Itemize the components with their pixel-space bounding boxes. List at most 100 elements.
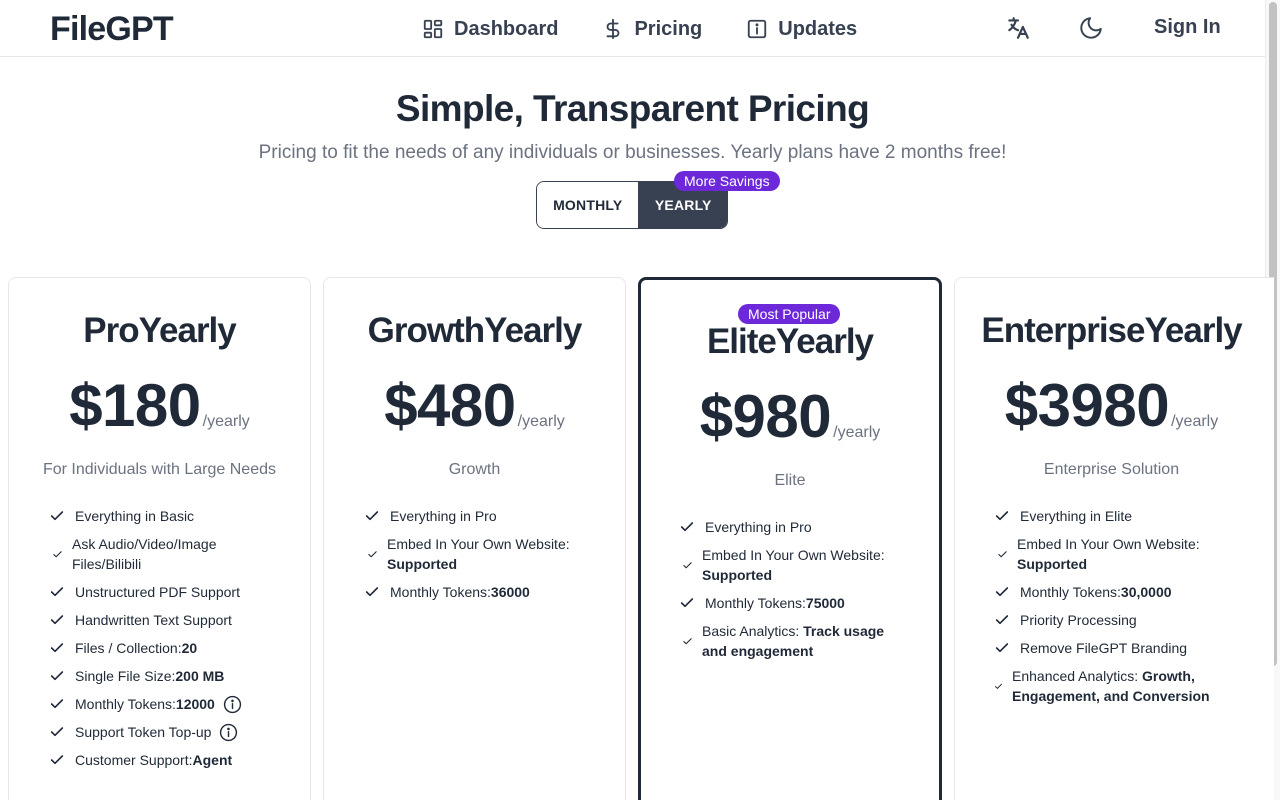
plan-price: $180: [69, 372, 201, 439]
logo[interactable]: FileGPT: [50, 10, 174, 49]
dashboard-grid-icon: [423, 19, 443, 39]
check-icon: [50, 727, 64, 737]
plan-feature-list: Everything in Basic Ask Audio/Video/Imag…: [49, 506, 289, 770]
check-icon: [50, 587, 64, 597]
feature-item: Monthly Tokens: 30,0000: [994, 582, 1234, 602]
plan-price-row: $980 /yearly: [641, 382, 939, 451]
plan-card-growth: GrowthYearly $480 /yearly Growth Everyth…: [323, 277, 626, 800]
plan-title: ProYearly: [83, 311, 237, 350]
feature-item: Everything in Pro: [364, 506, 604, 526]
check-icon: [680, 522, 694, 532]
info-circle-icon[interactable]: [219, 723, 238, 742]
plan-price: $980: [699, 383, 832, 450]
plan-period: /yearly: [202, 413, 250, 430]
plan-description: Elite: [774, 472, 806, 489]
feature-item: Enhanced Analytics: Growth, Engagement, …: [994, 666, 1234, 706]
plan-title: EliteYearly: [706, 322, 874, 361]
plan-price: $3980: [1004, 372, 1170, 439]
feature-value: Agent: [192, 752, 233, 768]
moon-icon[interactable]: [1078, 15, 1104, 41]
plan-description: Growth: [448, 461, 501, 478]
sign-in-button[interactable]: Sign In: [1154, 16, 1221, 39]
feature-label: Remove FileGPT Branding: [1020, 640, 1188, 656]
plan-price: $480: [384, 372, 516, 439]
feature-value: 200 MB: [175, 668, 225, 684]
plan-card-elite: Most Popular EliteYearly $980 /yearly El…: [638, 277, 942, 800]
check-icon: [50, 615, 64, 625]
feature-label: Unstructured PDF Support: [75, 584, 240, 600]
plan-feature-list: Everything in Elite Embed In Your Own We…: [994, 506, 1234, 706]
feature-value: 20: [181, 640, 198, 656]
plan-title: EnterpriseYearly: [981, 311, 1242, 350]
feature-value: Supported: [702, 567, 772, 583]
feature-label: Embed In Your Own Website:: [1017, 536, 1200, 552]
feature-label: Everything in Pro: [705, 519, 812, 535]
plan-period: /yearly: [1171, 413, 1219, 430]
feature-item: Handwritten Text Support: [49, 610, 289, 630]
feature-value: Supported: [387, 556, 457, 572]
feature-value: Supported: [1017, 556, 1087, 572]
feature-item: Support Token Top-up: [49, 722, 289, 742]
feature-value: 75000: [805, 595, 845, 611]
nav-dashboard[interactable]: Dashboard: [422, 14, 558, 44]
feature-item: Unstructured PDF Support: [49, 582, 289, 602]
feature-item: Remove FileGPT Branding: [994, 638, 1234, 658]
plan-feature-list: Everything in Pro Embed In Your Own Webs…: [364, 506, 604, 602]
plan-description: For Individuals with Large Needs: [42, 461, 276, 478]
feature-label: Support Token Top-up: [75, 724, 212, 740]
nav-dashboard-label: Dashboard: [454, 17, 559, 40]
check-icon: [50, 643, 64, 653]
feature-label: Embed In Your Own Website:: [387, 536, 570, 552]
feature-label: Basic Analytics:: [702, 623, 804, 639]
plan-feature-list: Everything in Pro Embed In Your Own Webs…: [679, 517, 909, 661]
check-icon: [50, 755, 64, 765]
info-square-icon: [748, 19, 767, 39]
check-icon: [998, 550, 1007, 557]
page-title: Simple, Transparent Pricing: [395, 88, 870, 129]
feature-value: 36000: [490, 584, 530, 600]
check-icon: [680, 598, 694, 608]
check-icon: [995, 643, 1009, 653]
feature-label: Enhanced Analytics:: [1012, 668, 1142, 684]
plan-card-enterprise: EnterpriseYearly $3980 /yearly Enterpris…: [954, 277, 1274, 800]
feature-label: Ask Audio/Video/Image Files/Bilibili: [72, 536, 217, 572]
check-icon: [50, 511, 64, 521]
plan-period: /yearly: [833, 424, 881, 441]
translate-icon[interactable]: [1005, 15, 1031, 41]
feature-item: Monthly Tokens: 12000: [49, 694, 289, 714]
check-icon: [50, 699, 64, 709]
feature-item: Files / Collection: 20: [49, 638, 289, 658]
monthly-toggle-button[interactable]: MONTHLY: [537, 182, 640, 228]
feature-label: Everything in Elite: [1020, 508, 1133, 524]
page-subtitle: Pricing to fit the needs of any individu…: [258, 142, 1007, 163]
nav-pricing-label: Pricing: [634, 17, 703, 40]
feature-label: Monthly Tokens:: [705, 595, 806, 611]
feature-item: Basic Analytics: Track usage and engagem…: [679, 621, 909, 661]
check-icon: [683, 637, 692, 644]
info-circle-icon[interactable]: [223, 695, 242, 714]
feature-item: Ask Audio/Video/Image Files/Bilibili: [49, 534, 289, 574]
nav-pricing[interactable]: Pricing: [602, 14, 702, 44]
dollar-icon: [607, 18, 620, 40]
check-icon: [368, 550, 377, 557]
nav-updates[interactable]: Updates: [746, 14, 857, 44]
check-icon: [995, 683, 1002, 689]
check-icon: [50, 671, 64, 681]
nav-updates-label: Updates: [778, 17, 858, 40]
feature-label: Files / Collection:: [75, 640, 182, 656]
check-icon: [995, 587, 1009, 597]
feature-item: Embed In Your Own Website: Supported: [994, 534, 1234, 574]
feature-label: Single File Size:: [75, 668, 176, 684]
plan-price-row: $3980 /yearly: [955, 371, 1268, 440]
feature-item: Everything in Basic: [49, 506, 289, 526]
feature-label: Monthly Tokens:: [1020, 584, 1121, 600]
feature-label: Handwritten Text Support: [75, 612, 232, 628]
feature-value: 12000: [175, 696, 215, 712]
plan-price-row: $180 /yearly: [9, 371, 310, 440]
feature-item: Customer Support: Agent: [49, 750, 289, 770]
feature-item: Embed In Your Own Website: Supported: [364, 534, 604, 574]
feature-label: Everything in Basic: [75, 508, 195, 524]
check-icon: [365, 511, 379, 521]
feature-label: Monthly Tokens:: [390, 584, 491, 600]
feature-label: Priority Processing: [1020, 612, 1137, 628]
